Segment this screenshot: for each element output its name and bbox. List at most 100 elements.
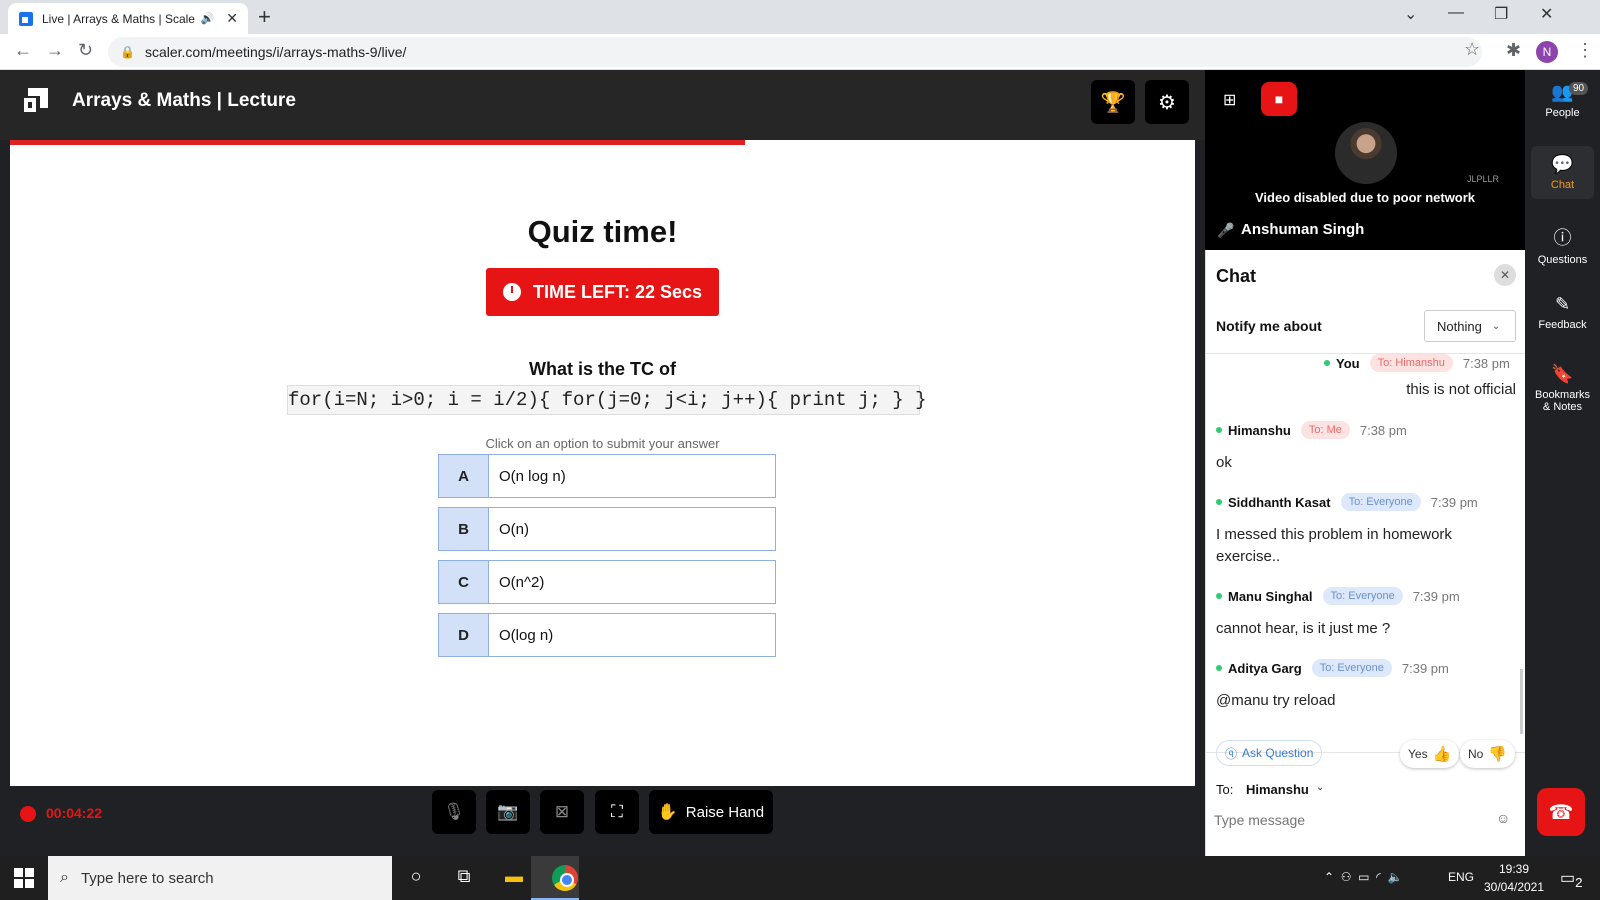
message-text: @manu try reload	[1216, 692, 1336, 709]
notify-select[interactable]: Nothing ⌄	[1424, 310, 1516, 342]
rail-label: Bookmarks & Notes	[1534, 389, 1591, 413]
option-d[interactable]: D O(log n)	[438, 613, 776, 657]
option-letter: B	[439, 508, 489, 550]
questions-icon: ⓘ	[1553, 228, 1572, 248]
message-time: 7:38 pm	[1462, 355, 1510, 371]
leaderboard-trophy-button[interactable]: 🏆	[1091, 80, 1135, 124]
rail-label: Chat	[1550, 179, 1575, 191]
option-letter: A	[439, 455, 489, 497]
taskbar-clock[interactable]: 19:39 30/04/2021	[1478, 860, 1550, 896]
browser-menu-icon[interactable]: ⋮	[1576, 40, 1594, 61]
option-b[interactable]: B O(n)	[438, 507, 776, 551]
option-a[interactable]: A O(n log n)	[438, 454, 776, 498]
restore-button[interactable]: ❐	[1494, 4, 1508, 24]
chat-message-header: Siddhanth Kasat To: Everyone 7:39 pm	[1216, 493, 1478, 511]
emoji-icon[interactable]: ☺	[1496, 810, 1510, 826]
settings-gear-button[interactable]: ⚙	[1145, 80, 1189, 124]
notification-count: 2	[1575, 875, 1583, 891]
back-icon[interactable]: ←	[14, 40, 32, 61]
ask-question-button[interactable]: ⓠ Ask Question	[1216, 740, 1323, 766]
fullscreen-button[interactable]: ⛶	[595, 790, 639, 834]
rail-label: People	[1545, 107, 1580, 119]
chat-messages[interactable]: You To: Himanshu 7:38 pm this is not off…	[1206, 353, 1526, 753]
rail-label: Questions	[1537, 254, 1588, 266]
message-input[interactable]	[1214, 806, 1484, 834]
file-explorer-icon[interactable]: ▬	[502, 866, 526, 890]
close-tab-icon[interactable]: ✕	[226, 10, 238, 27]
address-bar[interactable]: 🔒 scaler.com/meetings/i/arrays-maths-9/l…	[108, 37, 1482, 67]
bookmark-star-icon[interactable]: ☆	[1464, 39, 1480, 60]
raise-hand-button[interactable]: ✋ Raise Hand	[649, 790, 773, 834]
system-tray-icons[interactable]: ⌃ ⚇ ▭ ◜ 🔈	[1324, 870, 1402, 884]
raise-hand-label: Raise Hand	[685, 803, 765, 821]
windows-start-icon[interactable]	[14, 868, 34, 888]
scaler-favicon-icon	[19, 11, 33, 26]
lecture-title: Arrays & Maths | Lecture	[72, 90, 296, 111]
sender-name: Manu Singhal	[1228, 588, 1313, 604]
forward-icon[interactable]: →	[46, 40, 64, 61]
browser-tabstrip: Live | Arrays & Maths | Scaler 🔊 ✕ + ⌄ —…	[0, 0, 1600, 34]
task-view-icon[interactable]: ⧉	[452, 866, 476, 890]
grid-view-icon[interactable]: ⊞	[1223, 90, 1236, 110]
message-time: 7:38 pm	[1359, 422, 1407, 438]
rail-questions[interactable]: ⓘ Questions	[1531, 224, 1594, 266]
recipient-select[interactable]: Himanshu	[1246, 782, 1309, 797]
sender-name: Aditya Garg	[1228, 660, 1302, 676]
option-letter: C	[439, 561, 489, 603]
vote-yes-button[interactable]: Yes 👍	[1400, 740, 1460, 768]
reload-icon[interactable]: ↻	[78, 40, 93, 61]
video-disabled-message: Video disabled due to poor network	[1254, 190, 1476, 205]
tab-search-icon[interactable]: ⌄	[1404, 4, 1417, 24]
taskbar-search-placeholder: Type here to search	[80, 869, 214, 887]
vote-no-button[interactable]: No 👎	[1460, 740, 1516, 768]
chat-scrollbar[interactable]	[1520, 669, 1523, 734]
close-window-button[interactable]: ✕	[1540, 4, 1553, 24]
recording-icon	[20, 806, 36, 822]
recipient-pill: To: Everyone	[1340, 493, 1421, 511]
clock-date: 30/04/2021	[1483, 880, 1545, 894]
bookmark-icon: 🔖	[1551, 364, 1574, 384]
new-tab-button[interactable]: +	[258, 4, 271, 30]
option-text: O(n)	[499, 520, 529, 538]
chevron-down-icon[interactable]: ⌄	[1316, 782, 1324, 793]
rail-label: Feedback	[1538, 319, 1587, 331]
message-text: this is not official	[1406, 381, 1516, 398]
mic-off-button[interactable]: 🎙	[432, 790, 476, 834]
online-dot-icon	[1216, 665, 1222, 671]
minimize-button[interactable]: —	[1448, 4, 1464, 22]
rail-bookmarks[interactable]: 🔖 Bookmarks & Notes	[1531, 364, 1594, 413]
time-left-text: TIME LEFT: 22 Secs	[532, 281, 703, 302]
tab-title: Live | Arrays & Maths | Scaler	[42, 11, 195, 26]
audio-playing-icon[interactable]: 🔊	[201, 12, 215, 25]
chevron-down-icon: ⌄	[1491, 320, 1501, 332]
chat-message-header: You To: Himanshu 7:38 pm	[1324, 354, 1510, 372]
chat-icon: 💬	[1551, 154, 1574, 174]
recipient-pill: To: Me	[1300, 421, 1350, 439]
rail-feedback[interactable]: ✎ Feedback	[1531, 294, 1594, 331]
notification-center-icon[interactable]: ▭2	[1560, 868, 1583, 890]
recipient-pill: To: Everyone	[1311, 659, 1392, 677]
notify-value: Nothing	[1437, 318, 1482, 334]
camera-off-button[interactable]: 📷	[486, 790, 530, 834]
chat-message-header: Himanshu To: Me 7:38 pm	[1216, 421, 1407, 439]
option-c[interactable]: C O(n^2)	[438, 560, 776, 604]
feedback-icon: ✎	[1554, 294, 1571, 314]
camera-disabled-button[interactable]: ■	[1261, 82, 1297, 116]
quiz-progress-bar	[10, 140, 745, 145]
browser-tab[interactable]: Live | Arrays & Maths | Scaler 🔊 ✕	[8, 3, 248, 34]
windows-taskbar: ⌕ Type here to search ○ ⧉ ▬ ⌃ ⚇ ▭ ◜ 🔈 EN…	[0, 856, 1600, 900]
question-icon: ⓠ	[1225, 746, 1238, 761]
taskbar-search[interactable]: ⌕ Type here to search	[48, 856, 392, 900]
leave-call-button[interactable]: ☎	[1537, 788, 1585, 836]
extensions-icon[interactable]: ✱	[1506, 40, 1521, 61]
close-chat-icon[interactable]: ✕	[1494, 264, 1516, 286]
language-indicator[interactable]: ENG	[1448, 870, 1474, 884]
lock-icon: 🔒	[120, 45, 135, 59]
cortana-icon[interactable]: ○	[404, 866, 428, 890]
profile-avatar[interactable]: N	[1536, 41, 1558, 63]
option-text: O(n log n)	[499, 467, 566, 485]
quiz-title: Quiz time!	[527, 214, 678, 249]
yes-label: Yes	[1408, 747, 1428, 761]
rail-chat[interactable]: 💬 Chat	[1531, 146, 1594, 199]
screenshare-off-button[interactable]: ⊠	[540, 790, 584, 834]
